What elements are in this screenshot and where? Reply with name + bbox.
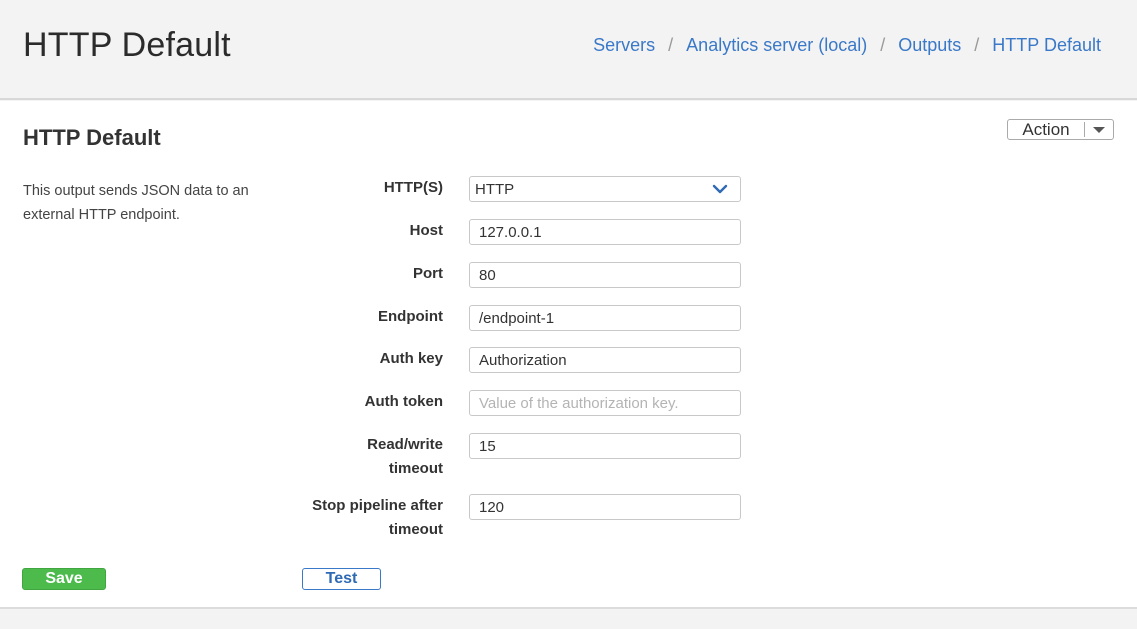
page-title: HTTP Default xyxy=(23,26,231,64)
output-description: This output sends JSON data to an extern… xyxy=(23,183,249,223)
rw-timeout-label-line1: Read/write xyxy=(367,436,443,453)
protocol-select[interactable]: HTTP xyxy=(469,176,741,202)
endpoint-input[interactable]: /endpoint-1 xyxy=(469,305,741,331)
breadcrumb-separator: / xyxy=(974,35,980,55)
action-dropdown-button[interactable]: Action xyxy=(1007,119,1114,140)
protocol-selected-value: HTTP xyxy=(475,180,515,198)
stop-pipeline-label: Stop pipeline after timeout xyxy=(273,494,443,542)
stop-pipeline-input[interactable]: 120 xyxy=(469,494,741,520)
breadcrumb-separator: / xyxy=(668,35,674,55)
action-label: Action xyxy=(1022,119,1070,139)
page-footer xyxy=(0,610,1137,629)
port-input[interactable]: 80 xyxy=(469,262,741,288)
breadcrumb-separator: / xyxy=(880,35,886,55)
breadcrumb-servers[interactable]: Servers xyxy=(593,35,655,56)
chevron-down-icon xyxy=(712,184,728,194)
host-input[interactable]: 127.0.0.1 xyxy=(469,219,741,245)
endpoint-label: Endpoint xyxy=(378,308,443,325)
card-title: HTTP Default xyxy=(23,125,161,150)
auth-key-input[interactable]: Authorization xyxy=(469,347,741,373)
stop-pipeline-label-line1: Stop pipeline after xyxy=(312,497,443,514)
page-header: HTTP Default Servers / Analytics server … xyxy=(0,0,1137,100)
rw-timeout-label-line2: timeout xyxy=(388,460,443,477)
output-settings-card: HTTP Default Action This output sends JS… xyxy=(0,101,1137,609)
auth-token-input[interactable]: Value of the authorization key. xyxy=(469,390,741,416)
breadcrumb-analytics-server[interactable]: Analytics server (local) xyxy=(686,35,867,56)
auth-key-label: Auth key xyxy=(379,350,443,367)
port-label: Port xyxy=(413,265,443,282)
breadcrumb-outputs[interactable]: Outputs xyxy=(898,35,961,56)
stop-pipeline-label-line2: timeout xyxy=(388,521,443,538)
breadcrumb-http-default[interactable]: HTTP Default xyxy=(992,35,1101,56)
rw-timeout-input[interactable]: 15 xyxy=(469,433,741,459)
auth-token-label: Auth token xyxy=(364,393,443,410)
host-label: Host xyxy=(409,222,443,239)
rw-timeout-label: Read/write timeout xyxy=(273,433,443,481)
breadcrumb: Servers / Analytics server (local) / Out… xyxy=(593,35,1101,56)
caret-down-icon xyxy=(1085,126,1113,134)
protocol-label: HTTP(S) xyxy=(383,179,443,196)
test-button[interactable]: Test xyxy=(302,568,381,590)
save-button[interactable]: Save xyxy=(22,568,106,590)
